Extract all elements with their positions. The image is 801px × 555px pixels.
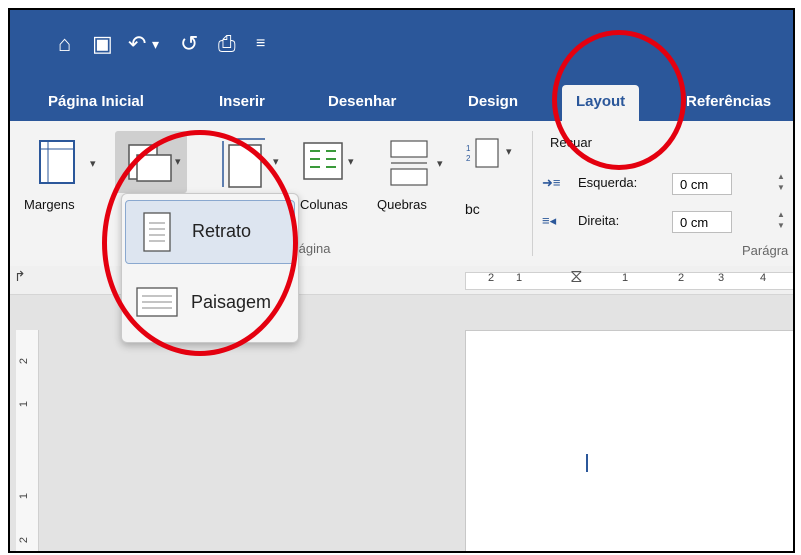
indent-left-icon: ➜≡ <box>542 175 561 190</box>
esquerda-label: Esquerda: <box>578 175 638 190</box>
direita-label: Direita: <box>578 213 620 228</box>
undo-icon[interactable]: ↶ <box>128 32 146 56</box>
tab-stop-icon[interactable]: ↱ <box>14 268 26 285</box>
svg-text:▾: ▾ <box>348 156 354 168</box>
text-cursor <box>586 454 588 472</box>
word-window: ⌂ ▣ ↶ ▾ ↺ ⎙ ≡ Página Inicial Inserir Des… <box>8 8 795 553</box>
hyphenation-label[interactable]: bc <box>465 201 480 217</box>
vruler-tick-label: 1 <box>18 400 31 408</box>
svg-text:▾: ▾ <box>273 156 279 168</box>
svg-text:2: 2 <box>466 154 471 163</box>
redo-icon[interactable]: ↺ <box>180 32 198 56</box>
ruler-tick-label: 1 <box>622 272 629 284</box>
colunas-label: Colunas <box>300 197 348 212</box>
annotation-circle <box>102 130 298 356</box>
ruler-tick-label: 1 <box>516 272 523 284</box>
quebras-label: Quebras <box>377 197 427 212</box>
ruler-tick-label: 4 <box>760 272 767 284</box>
vruler-tick-label: 2 <box>18 536 31 544</box>
vruler-tick-label: 1 <box>18 492 31 500</box>
group-divider <box>532 131 533 256</box>
home-icon[interactable]: ⌂ <box>58 32 71 56</box>
undo-dropdown-icon[interactable]: ▾ <box>152 32 159 56</box>
breaks-icon[interactable]: ▾ <box>385 139 449 189</box>
tab-pagina-inicial[interactable]: Página Inicial <box>48 85 144 121</box>
esquerda-stepper[interactable]: ▲ ▼ <box>775 171 787 195</box>
svg-text:▾: ▾ <box>437 158 443 170</box>
tab-design[interactable]: Design <box>468 85 518 121</box>
direita-stepper[interactable]: ▲ ▼ <box>775 209 787 233</box>
ruler-track <box>465 272 793 290</box>
svg-text:▾: ▾ <box>506 146 512 158</box>
annotation-circle <box>552 30 686 170</box>
paragrafo-group-label: Parágra <box>742 243 789 258</box>
margens-label: Margens <box>24 197 75 212</box>
document-page[interactable] <box>465 330 793 551</box>
vertical-ruler[interactable]: 2 1 1 2 <box>16 330 39 551</box>
ruler-tick-label: 2 <box>678 272 685 284</box>
line-numbers-icon[interactable]: 1 2 ▾ <box>462 135 520 175</box>
indent-marker-icon[interactable]: ⧖ <box>570 266 583 287</box>
tab-referencias[interactable]: Referências <box>686 85 771 121</box>
tab-desenhar[interactable]: Desenhar <box>328 85 396 121</box>
esquerda-input[interactable]: 0 cm <box>672 173 732 195</box>
direita-input[interactable]: 0 cm <box>672 211 732 233</box>
margins-icon[interactable]: ▾ <box>34 137 104 187</box>
svg-text:▾: ▾ <box>90 158 96 170</box>
customize-toolbar-icon[interactable]: ≡ <box>256 32 265 56</box>
tab-inserir[interactable]: Inserir <box>219 85 265 121</box>
save-icon[interactable]: ▣ <box>92 32 113 56</box>
columns-icon[interactable]: ▾ <box>300 139 360 189</box>
ruler-tick-label: 3 <box>718 272 725 284</box>
svg-text:1: 1 <box>466 144 471 153</box>
ruler-tick-label: 2 <box>488 272 495 284</box>
indent-right-icon: ≡◂ <box>542 213 557 228</box>
vruler-tick-label: 2 <box>18 357 31 365</box>
print-icon[interactable]: ⎙ <box>218 32 236 56</box>
